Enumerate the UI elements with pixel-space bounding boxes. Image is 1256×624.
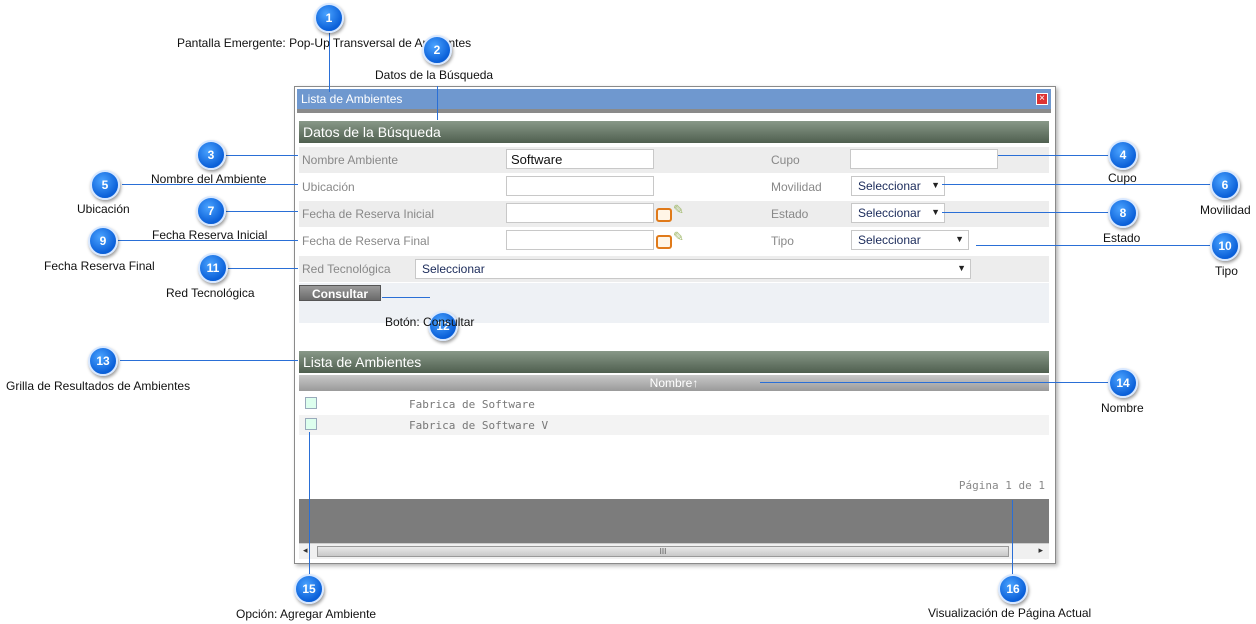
callout-line-8 [942,212,1110,213]
movilidad-select[interactable]: Seleccionar ▼ [851,176,945,196]
close-icon[interactable]: × [1036,93,1048,105]
table-cell-nombre: Fabrica de Software [409,398,535,411]
callout-label-16: Visualización de Página Actual [928,606,1092,620]
red-tecnologica-select[interactable]: Seleccionar ▼ [415,259,971,279]
callout-6: 6 [1210,170,1240,200]
grid-footer [299,499,1049,543]
callout-label-9: Fecha Reserva Final [44,259,155,273]
callout-label-14: Nombre [1101,401,1144,415]
estado-select[interactable]: Seleccionar ▼ [851,203,945,223]
tipo-select-value: Seleccionar [858,233,921,247]
page-indicator: Página 1 de 1 [958,479,1045,492]
consultar-button[interactable]: Consultar [299,285,381,301]
callout-line-6 [942,184,1212,185]
callout-label-13: Grilla de Resultados de Ambientes [6,379,191,393]
form-row-5: Red Tecnológica Seleccionar ▼ [299,256,1049,282]
callout-14: 14 [1108,368,1138,398]
callout-9: 9 [88,226,118,256]
chevron-down-icon: ▼ [931,207,940,217]
callout-label-11: Red Tecnológica [166,286,255,300]
callout-11: 11 [198,253,228,283]
nombre-input[interactable]: Software [506,149,654,169]
callout-line-10 [976,245,1210,246]
cupo-label: Cupo [771,153,800,167]
callout-1: 1 [314,3,344,33]
form-row-4: Fecha de Reserva Final ✎ Tipo Selecciona… [299,228,1049,254]
movilidad-select-value: Seleccionar [858,179,921,193]
form-row-1: Nombre Ambiente Software Cupo [299,147,1049,173]
search-section-header: Datos de la Búsqueda [299,121,1049,143]
cupo-input[interactable] [850,149,998,169]
callout-line-11 [228,268,298,269]
form-row-3: Fecha de Reserva Inicial ✎ Estado Selecc… [299,201,1049,227]
nombre-label: Nombre Ambiente [302,153,399,167]
calendar-icon[interactable] [656,208,672,222]
callout-3: 3 [196,140,226,170]
callout-8: 8 [1108,198,1138,228]
window-titlebar[interactable]: Lista de Ambientes × [297,89,1051,109]
callout-15: 15 [294,574,324,604]
scroll-left-icon[interactable]: ◂ [303,545,308,556]
titlebar-divider [297,109,1051,113]
callout-label-8: Estado [1103,231,1141,245]
table-row: Fabrica de Software [299,394,1049,414]
red-tecnologica-label: Red Tecnológica [302,262,391,276]
callout-line-14 [760,382,1108,383]
callout-line-3 [226,155,298,156]
callout-label-4: Cupo [1108,171,1137,185]
callout-label-2: Datos de la Búsqueda [375,68,494,82]
callout-5: 5 [90,170,120,200]
clear-date-icon[interactable]: ✎ [673,203,687,216]
fecha-final-input[interactable] [506,230,654,250]
callout-10: 10 [1210,231,1240,261]
callout-line-13 [120,360,298,361]
calendar-icon[interactable] [656,235,672,249]
callout-7: 7 [196,196,226,226]
chevron-down-icon: ▼ [955,234,964,244]
callout-16: 16 [998,574,1028,604]
scroll-right-icon[interactable]: ▸ [1038,545,1043,556]
chevron-down-icon: ▼ [931,180,940,190]
ubicacion-label: Ubicación [302,180,355,194]
callout-label-5: Ubicación [77,202,130,216]
tipo-select[interactable]: Seleccionar ▼ [851,230,969,250]
form-row-2: Ubicación Movilidad Seleccionar ▼ [299,174,1049,200]
results-section-header: Lista de Ambientes [299,351,1049,373]
chevron-down-icon: ▼ [957,263,966,273]
table-row: Fabrica de Software V [299,415,1049,435]
add-ambiente-icon[interactable] [305,397,317,409]
fecha-final-label: Fecha de Reserva Final [302,234,430,248]
callout-label-3: Nombre del Ambiente [151,172,267,186]
table-cell-nombre: Fabrica de Software V [409,419,549,432]
callout-label-15: Opción: Agregar Ambiente [236,607,377,621]
movilidad-label: Movilidad [771,180,822,194]
callout-line-12 [382,297,430,298]
callout-13: 13 [88,346,118,376]
fecha-inicial-label: Fecha de Reserva Inicial [302,207,435,221]
callout-label-6: Movilidad [1200,203,1251,217]
callout-label-10: Tipo [1215,264,1238,278]
callout-line-16 [1012,500,1013,578]
horizontal-scrollbar[interactable]: ◂ III ▸ [299,543,1049,559]
callout-line-7 [226,211,298,212]
estado-label: Estado [771,207,809,221]
column-header-nombre[interactable]: Nombre↑ [299,375,1049,391]
callout-label-7: Fecha Reserva Inicial [152,228,268,242]
tipo-label: Tipo [771,234,794,248]
scrollbar-thumb[interactable]: III [317,546,1009,557]
clear-date-icon[interactable]: ✎ [673,230,687,243]
callout-4: 4 [1108,140,1138,170]
callout-line-4 [998,155,1110,156]
red-tecnologica-select-value: Seleccionar [422,262,485,276]
callout-2: 2 [422,35,452,65]
ubicacion-input[interactable] [506,176,654,196]
fecha-inicial-input[interactable] [506,203,654,223]
callout-label-12: Botón: Consultar [385,315,475,329]
add-ambiente-icon[interactable] [305,418,317,430]
callout-line-2 [437,86,438,120]
callout-line-15 [309,432,310,578]
estado-select-value: Seleccionar [858,206,921,220]
window-title: Lista de Ambientes [301,92,403,106]
